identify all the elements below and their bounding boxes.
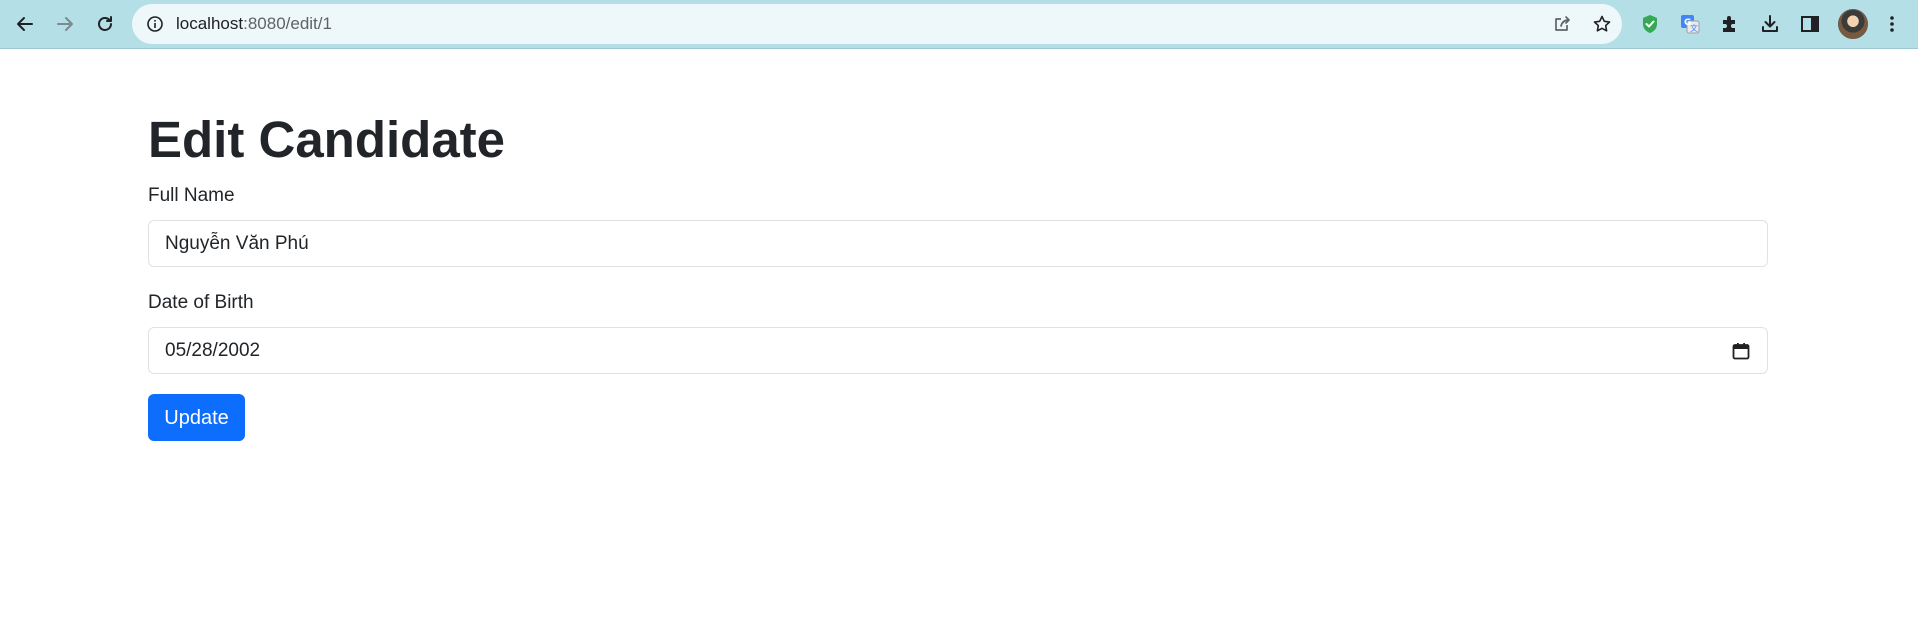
- url-text[interactable]: localhost:8080/edit/1: [176, 14, 332, 34]
- kebab-menu-icon: [1890, 16, 1894, 32]
- forward-button[interactable]: [49, 8, 81, 40]
- bookmark-button[interactable]: [1590, 12, 1614, 36]
- update-button[interactable]: Update: [148, 394, 245, 441]
- puzzle-icon: [1723, 16, 1735, 32]
- date-of-birth-label: Date of Birth: [148, 292, 254, 313]
- downloads-button[interactable]: [1756, 10, 1784, 38]
- back-button[interactable]: [9, 8, 41, 40]
- date-of-birth-input[interactable]: 05/28/2002: [148, 327, 1768, 374]
- forward-arrow-icon: [57, 17, 73, 31]
- extension-adblock[interactable]: [1636, 10, 1664, 38]
- shield-check-icon: [1643, 15, 1657, 33]
- reload-button[interactable]: [89, 8, 121, 40]
- side-panel-icon: [1801, 16, 1819, 32]
- url-path: :8080/edit/1: [243, 14, 332, 33]
- reload-icon: [98, 16, 112, 31]
- profile-avatar[interactable]: [1838, 9, 1868, 39]
- extensions-button[interactable]: [1716, 10, 1744, 38]
- info-icon[interactable]: [146, 15, 164, 33]
- full-name-label: Full Name: [148, 185, 235, 206]
- full-name-input[interactable]: Nguyễn Văn Phú: [148, 220, 1768, 267]
- browser-toolbar: localhost:8080/edit/1 G 文: [0, 0, 1918, 49]
- share-button[interactable]: [1550, 12, 1574, 36]
- page-title: Edit Candidate: [148, 111, 506, 168]
- full-name-value: Nguyễn Văn Phú: [165, 233, 309, 254]
- download-icon: [1762, 15, 1778, 32]
- extension-translate[interactable]: G 文: [1676, 10, 1704, 38]
- browser-menu-button[interactable]: [1878, 10, 1906, 38]
- star-icon: [1593, 15, 1611, 32]
- calendar-icon[interactable]: [1731, 341, 1751, 361]
- back-arrow-icon: [17, 17, 33, 31]
- address-bar[interactable]: localhost:8080/edit/1: [132, 4, 1622, 44]
- url-host: localhost: [176, 14, 244, 33]
- svg-text:文: 文: [1690, 23, 1698, 33]
- share-icon: [1555, 16, 1570, 31]
- date-of-birth-value: 05/28/2002: [165, 340, 261, 361]
- translate-icon: G 文: [1681, 15, 1700, 34]
- side-panel-button[interactable]: [1796, 10, 1824, 38]
